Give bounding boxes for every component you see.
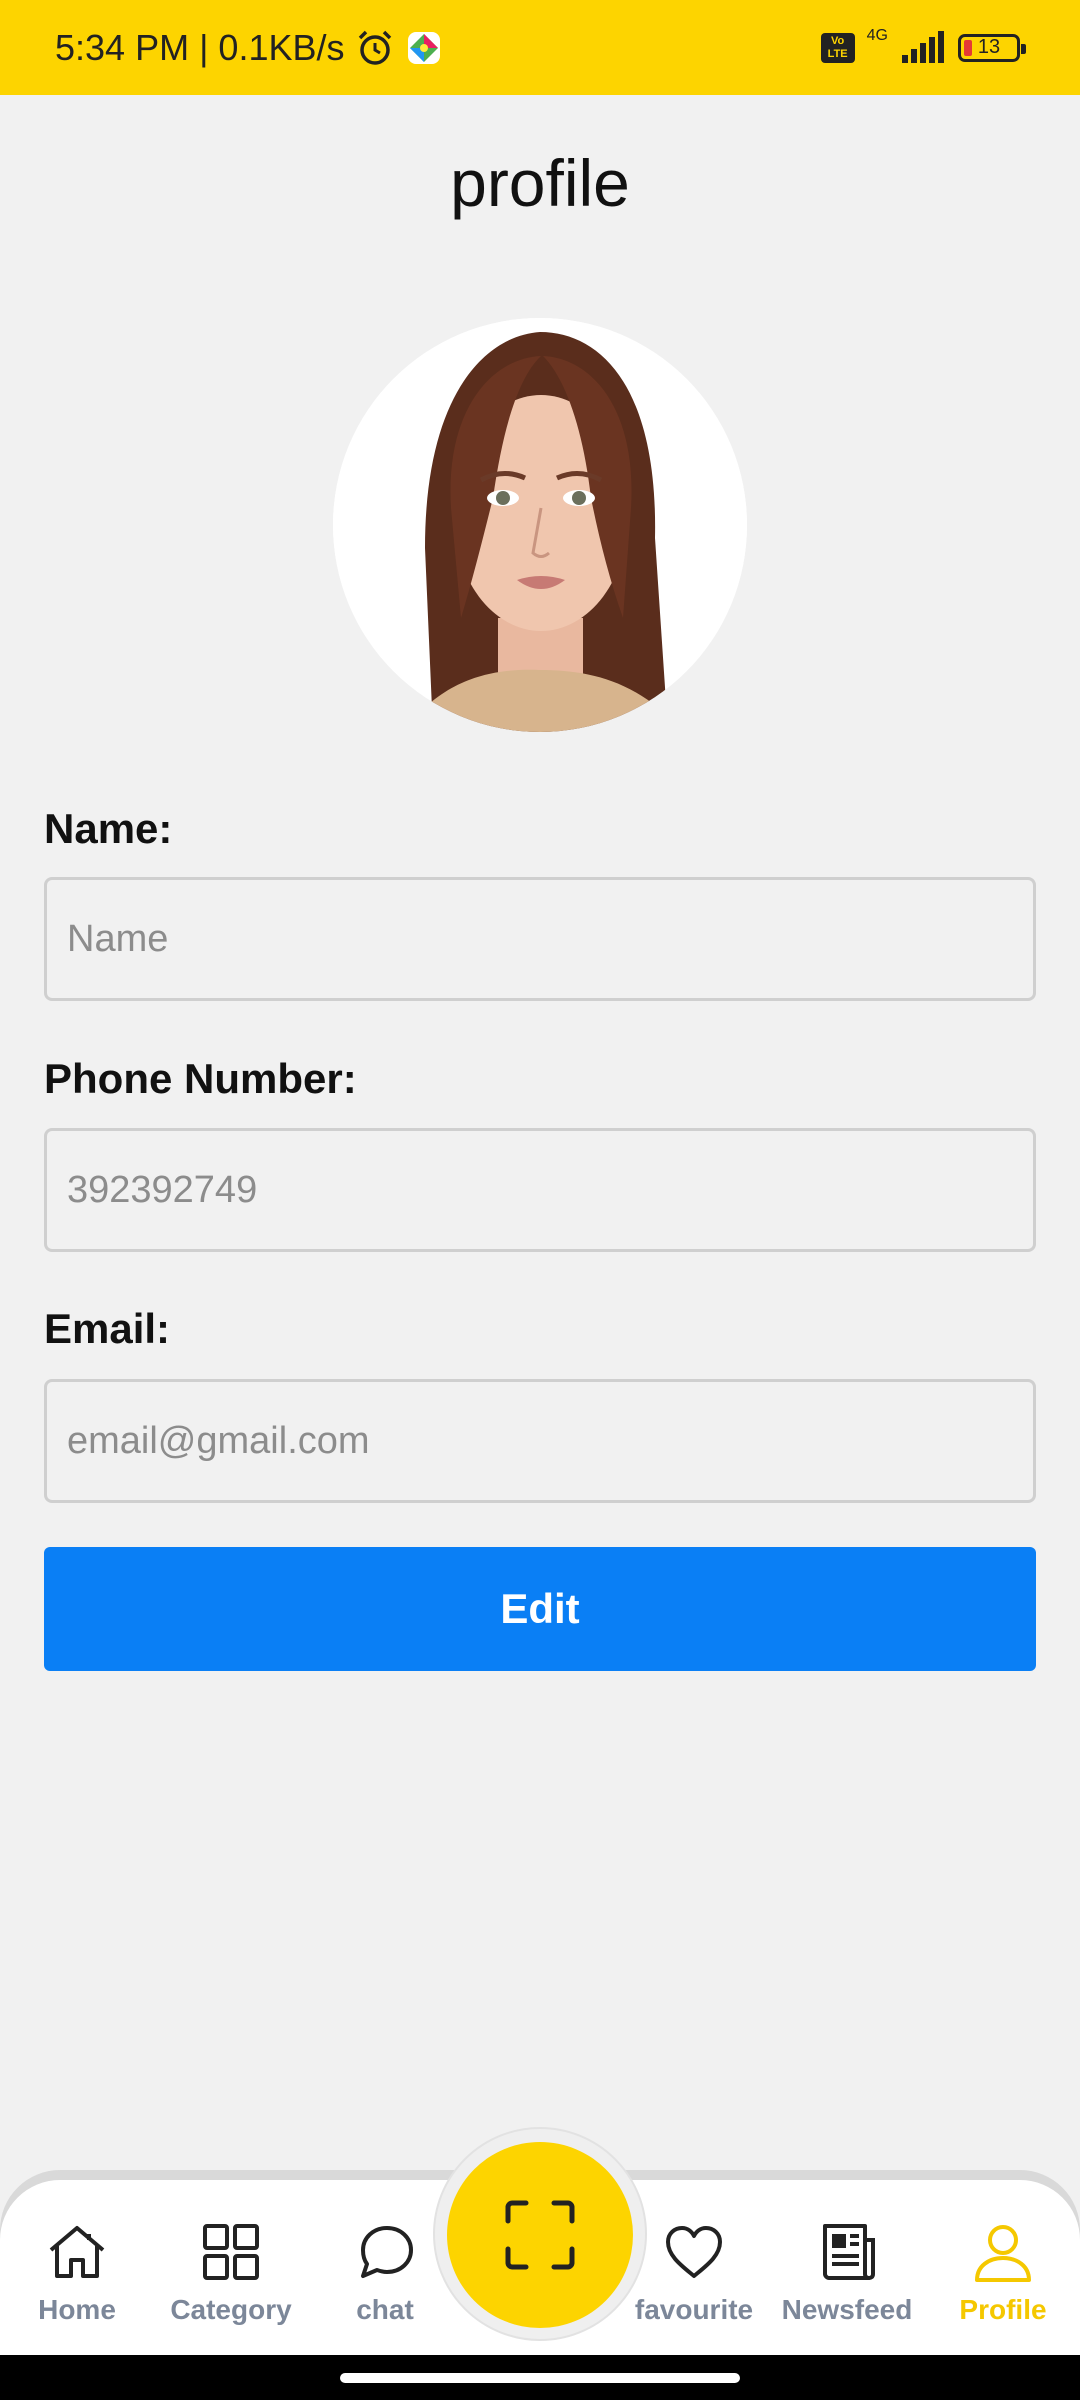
phone-field[interactable]: [44, 1128, 1036, 1252]
status-speed: | 0.1KB/s: [199, 26, 345, 68]
name-field[interactable]: [44, 877, 1036, 1001]
nav-label-newsfeed: Newsfeed: [781, 2294, 913, 2325]
nav-label-profile: Profile: [959, 2294, 1047, 2325]
grid-icon: [203, 2224, 259, 2280]
name-label: Name:: [44, 805, 173, 852]
nav-label-category: Category: [170, 2294, 292, 2325]
chat-icon: [361, 2226, 413, 2278]
email-label: Email:: [44, 1305, 171, 1352]
edit-button[interactable]: Edit: [44, 1547, 1036, 1671]
heart-icon: [666, 2226, 722, 2278]
network-type: 4G: [866, 26, 888, 44]
nav-label-home: Home: [38, 2294, 116, 2325]
status-time: 5:34 PM: [55, 26, 190, 68]
home-icon: [49, 2226, 105, 2278]
battery-icon: 13: [958, 33, 1026, 62]
app-icon: [407, 31, 440, 64]
phone-label: Phone Number:: [44, 1055, 357, 1102]
nav-item-profile[interactable]: Profile: [928, 2220, 1078, 2326]
home-indicator[interactable]: [340, 2373, 740, 2383]
status-bar: 5:34 PM | 0.1KB/s Vo LTE 4G 13: [0, 0, 1080, 95]
page-title: profile: [450, 146, 630, 220]
battery-level: 13: [977, 36, 1001, 58]
nav-item-newsfeed[interactable]: Newsfeed: [772, 2220, 922, 2326]
scan-button[interactable]: [447, 2142, 633, 2328]
email-field[interactable]: [44, 1379, 1036, 1503]
nav-item-category[interactable]: Category: [156, 2220, 306, 2326]
newspaper-icon: [823, 2224, 875, 2280]
avatar[interactable]: [333, 318, 747, 732]
nav-label-favourite: favourite: [634, 2294, 754, 2325]
scan-icon: [505, 2200, 575, 2270]
alarm-icon: [358, 30, 391, 65]
nav-label-chat: chat: [356, 2294, 414, 2325]
nav-item-home[interactable]: Home: [2, 2220, 152, 2326]
volte-icon: Vo LTE: [820, 32, 855, 63]
user-icon: [975, 2225, 1031, 2282]
signal-icon: [902, 30, 944, 63]
